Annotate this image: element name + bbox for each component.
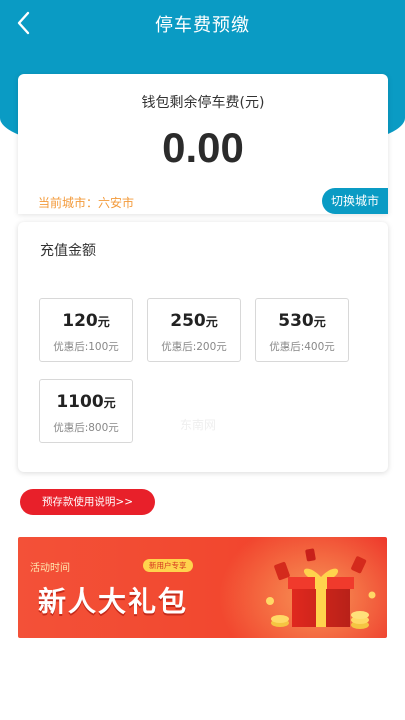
- switch-city-button[interactable]: 切换城市: [322, 188, 388, 214]
- current-city: 当前城市：六安市: [38, 196, 135, 210]
- recharge-option-530[interactable]: 530元 优惠后:400元: [255, 298, 349, 362]
- option-amount-value: 250: [170, 311, 206, 331]
- recharge-option-120[interactable]: 120元 优惠后:100元: [39, 298, 133, 362]
- option-discount: 优惠后:100元: [53, 341, 119, 353]
- recharge-title: 充值金额: [40, 243, 96, 259]
- header-bar: 停车费预缴: [0, 0, 405, 46]
- banner-title: 新人大礼包: [38, 585, 189, 618]
- recharge-option-250[interactable]: 250元 优惠后:200元: [147, 298, 241, 362]
- option-discount: 优惠后:400元: [269, 341, 335, 353]
- banner-subtitle: 活动时间: [30, 563, 70, 574]
- newcomer-gift-banner[interactable]: 活动时间 新用户专享 新人大礼包: [18, 537, 387, 638]
- prepaid-instructions-button[interactable]: 预存款使用说明>>: [20, 489, 155, 515]
- option-amount: 1100元: [40, 392, 132, 412]
- option-amount-value: 530: [278, 311, 314, 331]
- wallet-balance-amount: 0.00: [162, 124, 244, 171]
- option-amount-unit: 元: [103, 396, 116, 410]
- watermark: 东南网: [180, 418, 217, 432]
- option-amount-unit: 元: [205, 315, 218, 329]
- option-amount: 120元: [40, 311, 132, 331]
- option-amount-unit: 元: [313, 315, 326, 329]
- page-title: 停车费预缴: [155, 15, 250, 36]
- option-amount-unit: 元: [97, 315, 110, 329]
- option-amount: 250元: [148, 311, 240, 331]
- option-amount: 530元: [256, 311, 348, 331]
- banner-badge: 新用户专享: [143, 559, 193, 572]
- wallet-balance-label: 钱包剩余停车费(元): [141, 95, 265, 111]
- option-discount: 优惠后:200元: [161, 341, 227, 353]
- option-amount-value: 120: [62, 311, 98, 331]
- option-discount: 优惠后:800元: [53, 422, 119, 434]
- gift-box-icon: [266, 548, 376, 629]
- recharge-option-1100[interactable]: 1100元 优惠后:800元: [39, 379, 133, 443]
- recharge-card: 充值金额 120元 优惠后:100元 250元 优惠后:200元 530元 优惠…: [18, 222, 388, 472]
- option-amount-value: 1100: [56, 392, 104, 412]
